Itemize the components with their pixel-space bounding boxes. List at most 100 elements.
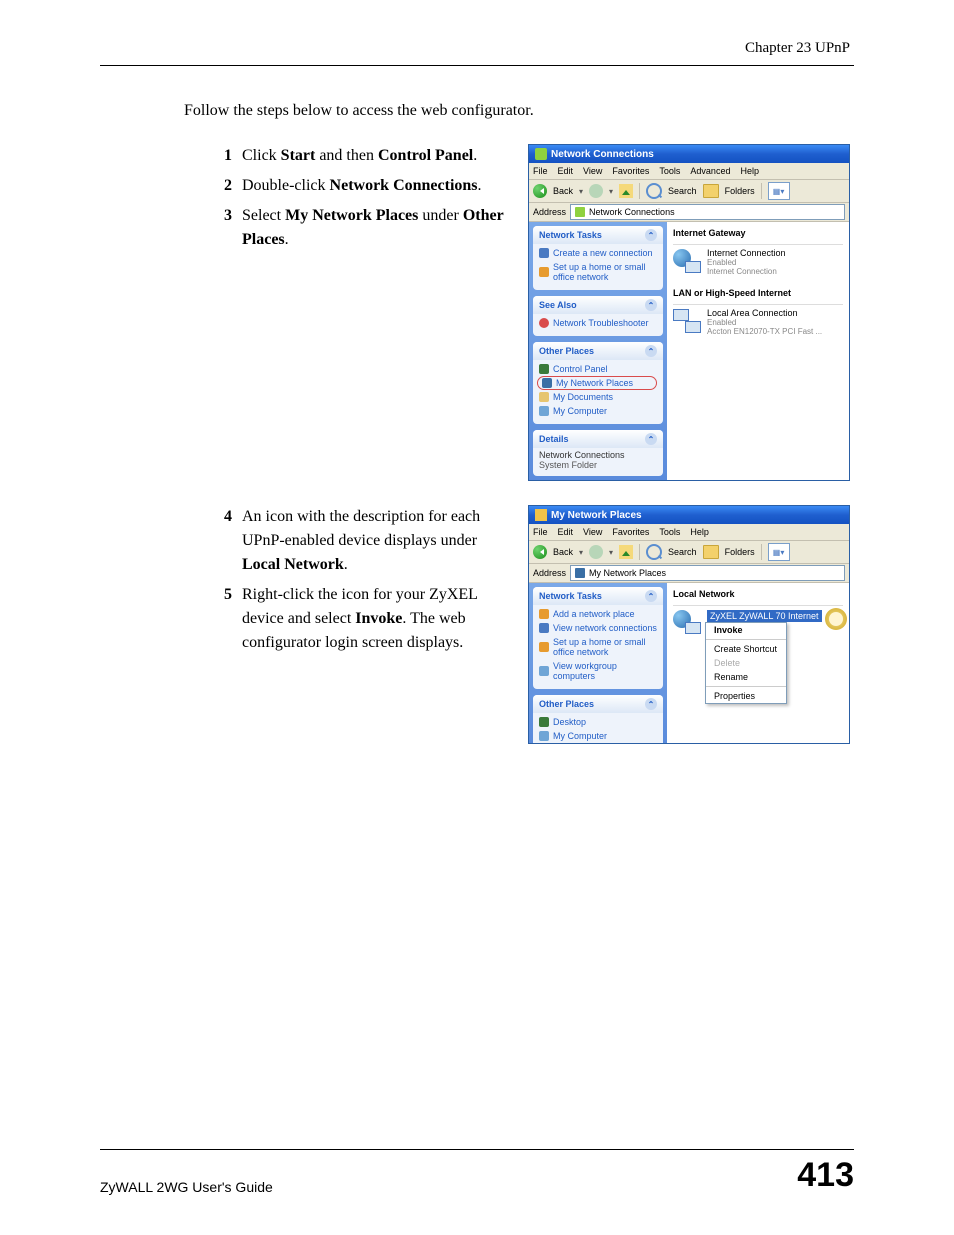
task-view-connections[interactable]: View network connections <box>539 621 657 635</box>
task-setup-network[interactable]: Set up a home or small office network <box>539 635 657 659</box>
forward-icon[interactable] <box>589 184 603 198</box>
address-bar: Address Network Connections <box>529 203 849 222</box>
address-label: Address <box>533 568 566 578</box>
search-button[interactable]: Search <box>668 547 697 557</box>
t: Click <box>242 147 281 164</box>
views-button[interactable]: ▦▾ <box>768 543 790 561</box>
menu-favorites[interactable]: Favorites <box>612 527 649 537</box>
menu-edit[interactable]: Edit <box>558 527 574 537</box>
step-text: An icon with the description for each UP… <box>242 505 510 577</box>
link-label: My Computer <box>553 731 607 741</box>
menu-view[interactable]: View <box>583 527 602 537</box>
panel-network-tasks: Network Tasks ⌃ Create a new connection … <box>533 226 663 290</box>
forward-icon[interactable] <box>589 545 603 559</box>
address-input[interactable]: My Network Places <box>570 565 845 581</box>
menu-file[interactable]: File <box>533 166 548 176</box>
category-internet-gateway: Internet Gateway <box>673 226 843 245</box>
menu-favorites[interactable]: Favorites <box>612 166 649 176</box>
t: My Network Places <box>285 207 418 224</box>
folders-icon[interactable] <box>703 545 719 559</box>
link-my-network-places[interactable]: My Network Places <box>537 376 657 390</box>
panel-header[interactable]: Other Places ⌃ <box>533 695 663 713</box>
lead-paragraph: Follow the steps below to access the web… <box>100 102 854 120</box>
link-my-documents[interactable]: My Documents <box>539 390 657 404</box>
chevron-up-icon[interactable]: ⌃ <box>645 433 657 445</box>
chevron-up-icon[interactable]: ⌃ <box>645 229 657 241</box>
chevron-up-icon[interactable]: ⌃ <box>645 698 657 710</box>
menu-advanced[interactable]: Advanced <box>690 166 730 176</box>
folders-button[interactable]: Folders <box>725 547 755 557</box>
up-icon[interactable] <box>619 545 633 559</box>
panel-header[interactable]: See Also ⌃ <box>533 296 663 314</box>
menu-file[interactable]: File <box>533 527 548 537</box>
t: Start <box>281 147 316 164</box>
address-input[interactable]: Network Connections <box>570 204 845 220</box>
menu-view[interactable]: View <box>583 166 602 176</box>
back-caret-icon[interactable]: ▾ <box>579 548 583 557</box>
back-button[interactable]: Back <box>553 186 573 196</box>
step-text: Select My Network Places under Other Pla… <box>242 204 510 252</box>
task-icon <box>539 642 549 652</box>
chevron-up-icon[interactable]: ⌃ <box>645 345 657 357</box>
address-text: My Network Places <box>589 568 666 578</box>
task-setup-network[interactable]: Set up a home or small office network <box>539 260 657 284</box>
menu-edit[interactable]: Edit <box>558 166 574 176</box>
link-label: Control Panel <box>553 364 608 374</box>
task-pane: Network Tasks ⌃ Add a network place View… <box>529 583 667 743</box>
task-label: Create a new connection <box>553 248 653 258</box>
details-type: System Folder <box>539 460 657 470</box>
chevron-up-icon[interactable]: ⌃ <box>645 590 657 602</box>
network-connections-window: Network Connections File Edit View Favor… <box>528 144 850 481</box>
chevron-up-icon[interactable]: ⌃ <box>645 299 657 311</box>
link-control-panel[interactable]: Control Panel <box>539 362 657 376</box>
task-create-connection[interactable]: Create a new connection <box>539 246 657 260</box>
link-desktop[interactable]: Desktop <box>539 715 657 729</box>
ctx-rename[interactable]: Rename <box>706 670 786 684</box>
link-label: My Documents <box>553 392 613 402</box>
task-add-place[interactable]: Add a network place <box>539 607 657 621</box>
task-icon <box>539 248 549 258</box>
menu-tools[interactable]: Tools <box>659 166 680 176</box>
ctx-properties[interactable]: Properties <box>706 689 786 703</box>
menu-tools[interactable]: Tools <box>659 527 680 537</box>
menu-help[interactable]: Help <box>690 527 709 537</box>
link-troubleshooter[interactable]: Network Troubleshooter <box>539 316 657 330</box>
t: . <box>344 556 348 573</box>
steps-list-b: 4 An icon with the description for each … <box>210 505 510 661</box>
folders-button[interactable]: Folders <box>725 186 755 196</box>
fwd-caret-icon[interactable]: ▾ <box>609 548 613 557</box>
t: Local Network <box>242 556 344 573</box>
panel-title: Details <box>539 434 569 444</box>
device-item[interactable]: ZyXEL ZyWALL 70 Internet Sec... Gate... … <box>673 610 843 634</box>
folders-icon[interactable] <box>703 184 719 198</box>
ctx-delete[interactable]: Delete <box>706 656 786 670</box>
link-my-computer[interactable]: My Computer <box>539 404 657 418</box>
toolbar-separator <box>639 183 640 199</box>
back-icon[interactable] <box>533 184 547 198</box>
search-icon[interactable] <box>646 544 662 560</box>
panel-details: Details ⌃ Network Connections System Fol… <box>533 430 663 476</box>
up-icon[interactable] <box>619 184 633 198</box>
connection-lan[interactable]: Local Area Connection Enabled Accton EN1… <box>673 309 843 336</box>
menu-help[interactable]: Help <box>740 166 759 176</box>
connection-internet[interactable]: Internet Connection Enabled Internet Con… <box>673 249 843 276</box>
window-titlebar[interactable]: My Network Places <box>529 506 849 524</box>
window-titlebar[interactable]: Network Connections <box>529 145 849 163</box>
panel-header[interactable]: Other Places ⌃ <box>533 342 663 360</box>
task-icon <box>539 623 549 633</box>
task-view-workgroup[interactable]: View workgroup computers <box>539 659 657 683</box>
t: Invoke <box>355 610 402 627</box>
panel-header[interactable]: Network Tasks ⌃ <box>533 587 663 605</box>
back-icon[interactable] <box>533 545 547 559</box>
search-button[interactable]: Search <box>668 186 697 196</box>
panel-header[interactable]: Network Tasks ⌃ <box>533 226 663 244</box>
back-button[interactable]: Back <box>553 547 573 557</box>
ctx-invoke[interactable]: Invoke <box>706 623 786 637</box>
ctx-create-shortcut[interactable]: Create Shortcut <box>706 642 786 656</box>
search-icon[interactable] <box>646 183 662 199</box>
views-button[interactable]: ▦▾ <box>768 182 790 200</box>
link-my-computer[interactable]: My Computer <box>539 729 657 743</box>
back-caret-icon[interactable]: ▾ <box>579 187 583 196</box>
panel-header[interactable]: Details ⌃ <box>533 430 663 448</box>
fwd-caret-icon[interactable]: ▾ <box>609 187 613 196</box>
